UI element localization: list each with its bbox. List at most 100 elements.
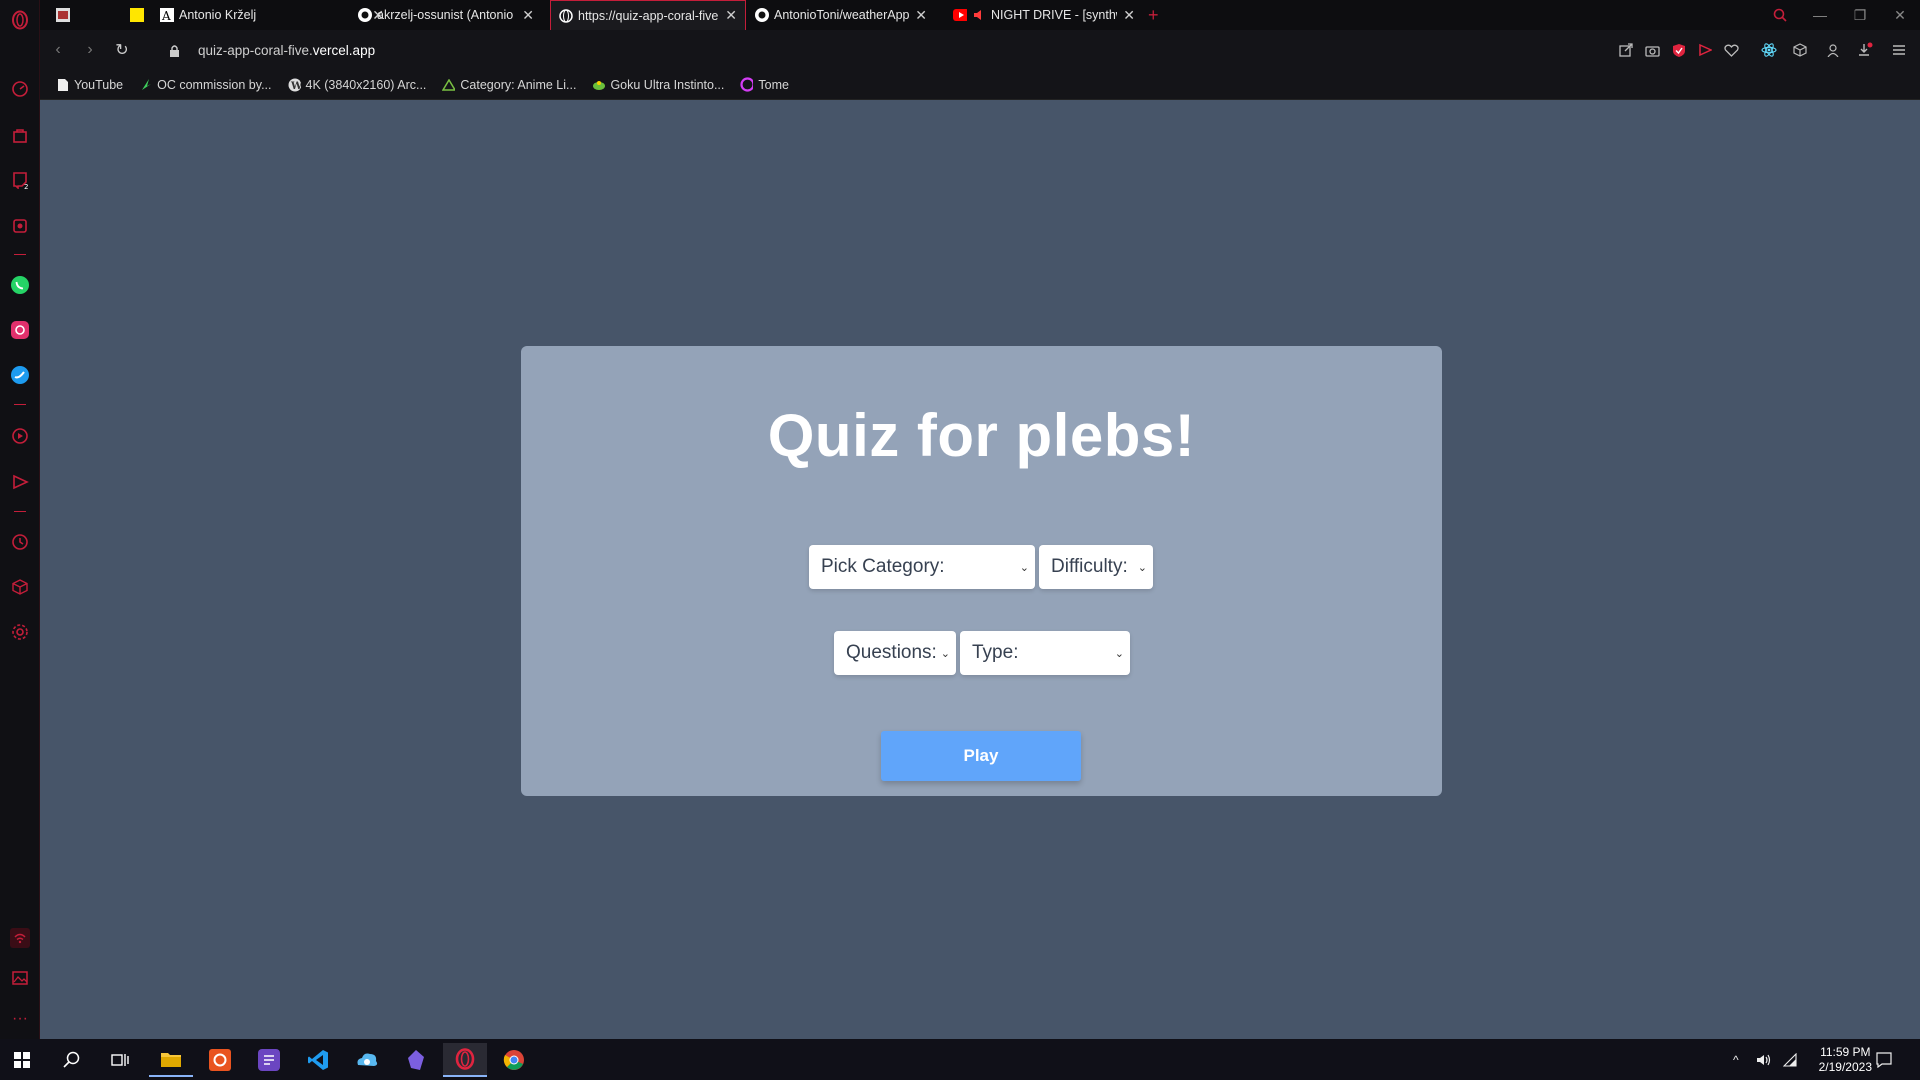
flow-icon[interactable] <box>1692 34 1718 66</box>
notes-app-icon[interactable] <box>247 1043 291 1077</box>
vpn-wifi-icon[interactable] <box>8 926 32 950</box>
shopping-icon[interactable] <box>8 123 32 147</box>
bookmark-tome[interactable]: Tome <box>740 77 789 92</box>
bookmark-label: Tome <box>758 77 789 92</box>
pinned-image-icon <box>56 8 70 22</box>
show-hidden-icons[interactable]: ^ <box>1733 1039 1739 1080</box>
history-icon[interactable] <box>8 530 32 554</box>
reload-icon[interactable]: ↻ <box>106 34 138 66</box>
type-select[interactable]: Type: ⌄ <box>960 631 1130 675</box>
leaf-icon <box>139 78 152 91</box>
close-window-icon[interactable]: ✕ <box>1880 0 1920 30</box>
close-icon[interactable]: ✕ <box>1123 7 1135 24</box>
network-icon[interactable] <box>1783 1039 1797 1080</box>
volume-icon[interactable] <box>1756 1039 1772 1080</box>
address-bar: ‹ › ↻ quiz-app-coral-five.vercel.app <box>40 30 1920 70</box>
youtube-icon <box>953 8 967 22</box>
account-icon[interactable] <box>1820 34 1846 66</box>
chrome-icon[interactable] <box>492 1043 536 1077</box>
extensions-icon[interactable] <box>1787 34 1813 66</box>
task-view-icon[interactable] <box>98 1043 142 1077</box>
twitch-icon[interactable]: 2 <box>8 168 32 192</box>
bookmark-category-anime[interactable]: Category: Anime Li... <box>442 78 576 92</box>
url-rest: vercel.app <box>312 42 376 58</box>
close-icon[interactable]: ✕ <box>915 7 927 24</box>
instagram-icon[interactable] <box>8 318 32 342</box>
bookmark-goku[interactable]: Goku Ultra Instinto... <box>592 78 724 92</box>
svg-text:2: 2 <box>24 183 28 189</box>
tab-title: AntonioToni/weatherApp: W <box>774 8 910 22</box>
chevron-down-icon: ⌄ <box>1137 561 1147 574</box>
lock-icon[interactable] <box>158 34 190 66</box>
obsidian-icon[interactable] <box>394 1043 438 1077</box>
clock-date: 2/19/2023 <box>1818 1060 1872 1074</box>
type-select-value: Type: <box>972 642 1019 663</box>
difficulty-select[interactable]: Difficulty: ⌄ <box>1039 545 1153 589</box>
gallery-icon[interactable] <box>8 966 32 990</box>
settings-gear-icon[interactable] <box>8 620 32 644</box>
ubuntu-icon[interactable] <box>198 1043 242 1077</box>
quiz-card: Quiz for plebs! Pick Category: ⌄ Difficu… <box>521 346 1442 796</box>
more-dots-icon[interactable]: ··· <box>8 1007 32 1031</box>
category-select-value: Pick Category: <box>821 556 945 577</box>
tab-weatherapp[interactable]: AntonioToni/weatherApp: W ✕ <box>747 0 935 30</box>
easy-setup-menu-icon[interactable] <box>1886 34 1912 66</box>
close-icon[interactable]: ✕ <box>522 7 534 24</box>
page-viewport: Quiz for plebs! Pick Category: ⌄ Difficu… <box>41 101 1920 1039</box>
questions-select-value: Questions: <box>846 642 937 663</box>
chevron-down-icon: ⌄ <box>940 647 950 660</box>
file-explorer-icon[interactable] <box>149 1043 193 1077</box>
restore-icon[interactable]: ❐ <box>1840 0 1880 30</box>
play-button[interactable]: Play <box>881 731 1081 781</box>
opera-logo-icon[interactable] <box>8 8 32 32</box>
questions-select[interactable]: Questions: ⌄ <box>834 631 956 675</box>
react-devtools-icon[interactable] <box>1756 34 1782 66</box>
extensions-cube-icon[interactable] <box>8 575 32 599</box>
clock-time: 11:59 PM <box>1820 1045 1871 1059</box>
download-icon[interactable] <box>1852 34 1878 66</box>
snapshot-icon[interactable] <box>1639 34 1665 66</box>
whatsapp-icon[interactable] <box>8 273 32 297</box>
azure-data-studio-icon[interactable] <box>345 1043 389 1077</box>
bookmark-label: OC commission by... <box>157 77 272 92</box>
minimize-icon[interactable]: — <box>1800 0 1840 30</box>
tab-search-icon[interactable] <box>1760 0 1800 30</box>
player-icon[interactable] <box>8 214 32 238</box>
github-icon <box>358 8 372 22</box>
back-icon[interactable]: ‹ <box>42 34 74 66</box>
video-icon[interactable] <box>8 424 32 448</box>
search-icon[interactable] <box>50 1043 94 1077</box>
close-icon[interactable]: ✕ <box>725 7 737 24</box>
notifications-icon[interactable] <box>1876 1039 1892 1080</box>
adblock-shield-icon[interactable] <box>1666 34 1692 66</box>
tab-pinned-1[interactable] <box>48 0 84 30</box>
forward-icon[interactable]: › <box>74 34 106 66</box>
bookmark-youtube[interactable]: YouTube <box>56 78 123 92</box>
bookmark-oc-commission[interactable]: OC commission by... <box>139 77 272 92</box>
twitter-icon[interactable] <box>8 363 32 387</box>
cycle-icon <box>442 78 456 91</box>
vscode-icon[interactable] <box>296 1043 340 1077</box>
url-field[interactable]: quiz-app-coral-five.vercel.app <box>198 43 375 58</box>
flow-send-icon[interactable] <box>8 470 32 494</box>
chevron-down-icon: ⌄ <box>1019 561 1029 574</box>
new-tab-button[interactable]: + <box>1140 0 1170 30</box>
opera-taskbar-icon[interactable] <box>443 1043 487 1077</box>
windows-start-icon[interactable] <box>0 1043 44 1077</box>
system-clock[interactable]: 11:59 PM 2/19/2023 <box>1819 1045 1872 1075</box>
bookmark-4k-wallpaper[interactable]: W 4K (3840x2160) Arc... <box>288 78 426 92</box>
category-select[interactable]: Pick Category: ⌄ <box>809 545 1035 589</box>
windows-taskbar: ^ 11:59 PM 2/19/2023 <box>0 1039 1920 1080</box>
share-icon[interactable] <box>1613 34 1639 66</box>
difficulty-select-value: Difficulty: <box>1051 556 1128 577</box>
heart-bookmark-icon[interactable] <box>1718 34 1744 66</box>
bookmark-label: YouTube <box>74 77 124 92</box>
tab-night-drive[interactable]: NIGHT DRIVE - [synthwave ✕ <box>945 0 1143 30</box>
speed-dial-icon[interactable] <box>8 77 32 101</box>
opera-sidebar: 2 ··· <box>0 0 40 1039</box>
tab-title: Antonio Krželj <box>179 8 257 22</box>
svg-text:W: W <box>290 81 301 92</box>
tab-quiz-app[interactable]: https://quiz-app-coral-five. ✕ <box>550 0 746 30</box>
audio-playing-icon[interactable] <box>972 8 986 22</box>
tab-akrzelj-ossunist[interactable]: akrzelj-ossunist (Antonio K ✕ <box>350 0 542 30</box>
